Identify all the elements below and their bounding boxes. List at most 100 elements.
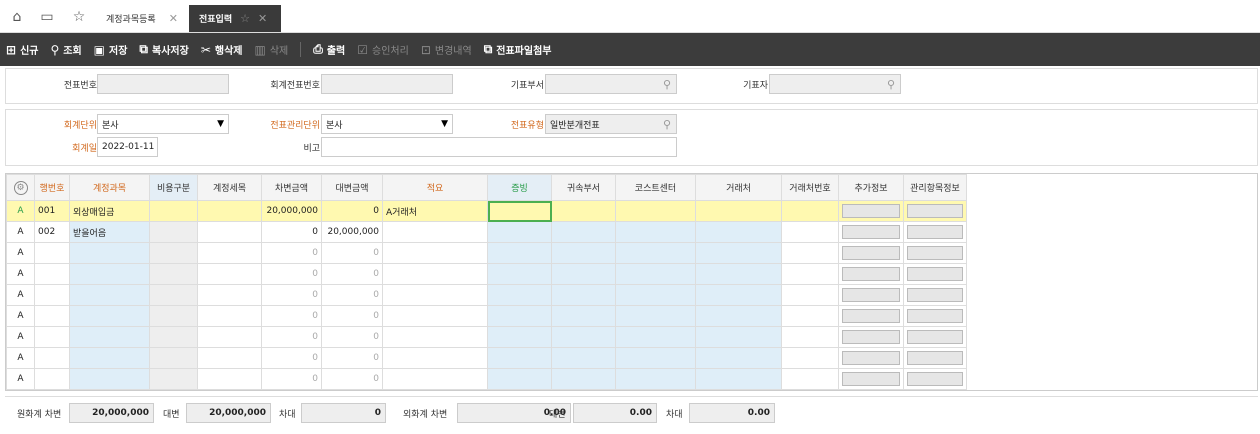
info-button[interactable]	[907, 204, 963, 218]
table-row[interactable]: A 00	[6, 368, 967, 390]
account-cell[interactable]	[69, 368, 150, 390]
gear-icon[interactable]: ⚙	[13, 180, 28, 195]
debit-cell[interactable]: 0	[261, 368, 322, 390]
attach-file-button[interactable]: ⧉ 전표파일첨부	[484, 42, 552, 57]
account-detail-cell[interactable]	[197, 305, 262, 327]
col-debit[interactable]: 차변금액	[261, 174, 322, 201]
credit-cell[interactable]: 0	[321, 326, 383, 348]
cost-center-cell[interactable]	[615, 200, 696, 222]
extra-info-cell[interactable]	[838, 305, 904, 327]
extra-info-cell[interactable]	[838, 263, 904, 285]
col-cost-center[interactable]: 코스트센터	[615, 174, 696, 201]
cost-type-cell[interactable]	[149, 305, 198, 327]
col-belong-dept[interactable]: 귀속부서	[551, 174, 616, 201]
account-cell[interactable]	[69, 347, 150, 369]
cost-center-cell[interactable]	[615, 284, 696, 306]
info-button[interactable]	[842, 309, 900, 323]
debit-cell[interactable]: 0	[261, 263, 322, 285]
cost-type-cell[interactable]	[149, 200, 198, 222]
account-detail-cell[interactable]	[197, 368, 262, 390]
cost-center-cell[interactable]	[615, 326, 696, 348]
row-flag[interactable]: A	[6, 305, 35, 327]
home-icon[interactable]: ⌂	[8, 8, 26, 26]
mgmt-info-cell[interactable]	[903, 221, 967, 243]
change-history-button[interactable]: ⊡ 변경내역	[421, 42, 472, 58]
extra-info-cell[interactable]	[838, 284, 904, 306]
evidence-cell[interactable]	[487, 347, 552, 369]
extra-info-cell[interactable]	[838, 368, 904, 390]
row-flag[interactable]: A	[6, 242, 35, 264]
info-button[interactable]	[842, 225, 900, 239]
row-flag[interactable]: A	[6, 347, 35, 369]
acct-voucher-no-field[interactable]	[321, 74, 453, 94]
account-cell[interactable]	[69, 326, 150, 348]
partner-no-cell[interactable]	[781, 347, 839, 369]
col-account[interactable]: 계정과목	[69, 174, 150, 201]
cost-center-cell[interactable]	[615, 221, 696, 243]
account-cell[interactable]	[69, 305, 150, 327]
belong-dept-cell[interactable]	[551, 347, 616, 369]
col-cost-type[interactable]: 비용구분	[149, 174, 198, 201]
mgmt-unit-select[interactable]: 본사 ▼	[321, 114, 453, 134]
close-icon[interactable]: ✕	[169, 12, 178, 25]
mgmt-info-cell[interactable]	[903, 326, 967, 348]
info-button[interactable]	[907, 372, 963, 386]
belong-dept-cell[interactable]	[551, 200, 616, 222]
favorite-star-icon[interactable]: ☆	[240, 12, 250, 25]
delete-row-button[interactable]: ✂ 행삭제	[201, 42, 243, 58]
evidence-cell[interactable]	[487, 305, 552, 327]
partner-no-cell[interactable]	[781, 221, 839, 243]
debit-cell[interactable]: 0	[261, 242, 322, 264]
search-icon[interactable]: ⚲	[887, 78, 895, 91]
col-mgmt-info[interactable]: 관리항목정보	[903, 174, 967, 201]
memo-cell[interactable]: A거래처	[382, 200, 488, 222]
partner-cell[interactable]	[695, 221, 782, 243]
table-row[interactable]: A 00	[6, 326, 967, 348]
info-button[interactable]	[907, 351, 963, 365]
memo-field[interactable]	[321, 137, 677, 157]
account-cell[interactable]: 외상매입금	[69, 200, 150, 222]
cost-type-cell[interactable]	[149, 221, 198, 243]
table-row[interactable]: A 00	[6, 284, 967, 306]
info-button[interactable]	[842, 330, 900, 344]
info-button[interactable]	[907, 330, 963, 344]
debit-cell[interactable]: 0	[261, 347, 322, 369]
mgmt-info-cell[interactable]	[903, 347, 967, 369]
evidence-cell[interactable]	[487, 368, 552, 390]
voucher-no-field[interactable]	[97, 74, 229, 94]
account-cell[interactable]: 받을어음	[69, 221, 150, 243]
partner-cell[interactable]	[695, 347, 782, 369]
row-flag[interactable]: A	[6, 326, 35, 348]
cost-center-cell[interactable]	[615, 305, 696, 327]
credit-cell[interactable]: 0	[321, 284, 383, 306]
memo-cell[interactable]	[382, 305, 488, 327]
copy-save-button[interactable]: ⧉ 복사저장	[139, 42, 188, 57]
print-stack-icon[interactable]: ▭	[38, 8, 56, 26]
evidence-cell[interactable]	[487, 200, 552, 222]
tab-account-registration[interactable]: 계정과목등록 ✕	[96, 5, 188, 32]
debit-cell[interactable]: 0	[261, 221, 322, 243]
extra-info-cell[interactable]	[838, 200, 904, 222]
info-button[interactable]	[842, 246, 900, 260]
memo-cell[interactable]	[382, 242, 488, 264]
row-no[interactable]	[34, 242, 70, 264]
writer-field[interactable]: ⚲	[769, 74, 901, 94]
date-field[interactable]: 2022-01-11	[97, 137, 158, 157]
account-detail-cell[interactable]	[197, 242, 262, 264]
mgmt-info-cell[interactable]	[903, 263, 967, 285]
row-no[interactable]	[34, 347, 70, 369]
evidence-cell[interactable]	[487, 242, 552, 264]
row-no[interactable]	[34, 263, 70, 285]
account-cell[interactable]	[69, 263, 150, 285]
evidence-cell[interactable]	[487, 284, 552, 306]
cost-center-cell[interactable]	[615, 242, 696, 264]
save-button[interactable]: ▣ 저장	[94, 42, 128, 58]
extra-info-cell[interactable]	[838, 326, 904, 348]
row-no[interactable]: 002	[34, 221, 70, 243]
debit-cell[interactable]: 0	[261, 326, 322, 348]
belong-dept-cell[interactable]	[551, 368, 616, 390]
credit-cell[interactable]: 0	[321, 347, 383, 369]
new-button[interactable]: ⊞ 신규	[6, 42, 38, 58]
voucher-type-field[interactable]: 일반분개전표 ⚲	[545, 114, 677, 134]
table-row[interactable]: A 00	[6, 305, 967, 327]
